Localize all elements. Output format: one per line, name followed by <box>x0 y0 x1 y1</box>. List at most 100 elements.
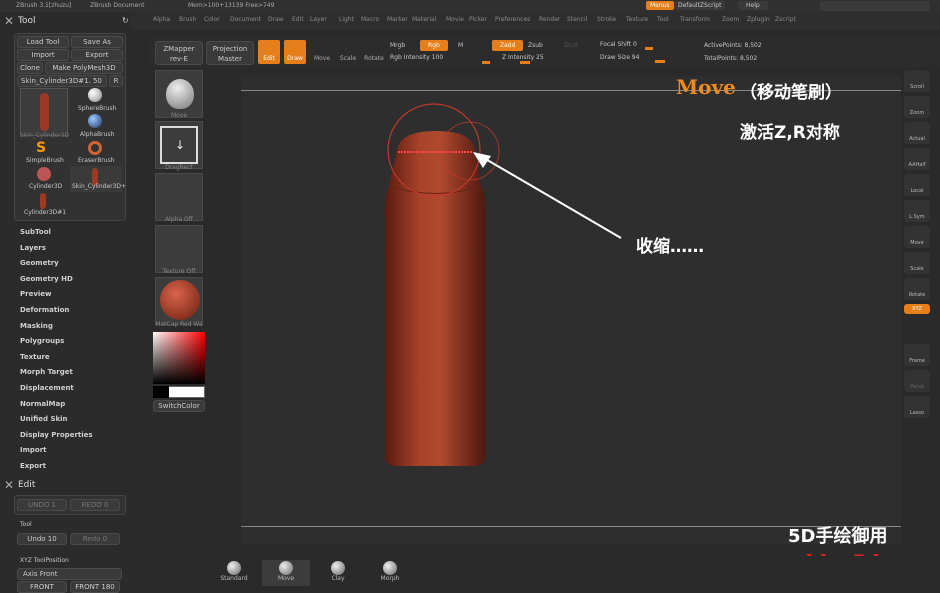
menu-macro[interactable]: Macro <box>361 16 379 23</box>
make-polymesh-button[interactable]: Make PolyMesh3D <box>45 62 123 74</box>
tool-menu-morph-target[interactable]: Morph Target <box>20 368 73 376</box>
m-button[interactable]: M <box>458 42 463 49</box>
menu-brush[interactable]: Brush <box>179 16 196 23</box>
menu-render[interactable]: Render <box>539 16 560 23</box>
primary-color[interactable] <box>153 386 169 398</box>
rgb-intensity-slider[interactable]: Rgb Intensity 100 <box>390 54 443 61</box>
load-tool-button[interactable]: Load Tool <box>17 36 69 48</box>
menu-texture[interactable]: Texture <box>626 16 648 23</box>
rgb-button[interactable]: Rgb <box>420 40 448 51</box>
menu-material[interactable]: Material <box>412 16 436 23</box>
redo-button[interactable]: Redo 0 <box>70 533 120 545</box>
projection-master-button[interactable]: Projection Master <box>206 41 254 65</box>
zmapper-button[interactable]: ZMapper rev-E <box>155 41 203 65</box>
dragrect-thumb[interactable]: ↓ <box>155 121 203 169</box>
menu-marker[interactable]: Marker <box>387 16 408 23</box>
current-tool-slider[interactable]: Skin_Cylinder3D#1. 50 <box>17 75 107 87</box>
scroll-button[interactable]: Scroll <box>904 70 930 92</box>
edit-mode-button[interactable]: Edit <box>258 40 280 64</box>
tool-menu-unified-skin[interactable]: Unified Skin <box>20 415 68 423</box>
menu-zplugin[interactable]: Zplugin <box>747 16 770 23</box>
texture-off-thumb[interactable] <box>155 225 203 273</box>
script-button[interactable]: DefaultZScript <box>674 1 726 10</box>
move-button[interactable]: Move <box>904 226 930 248</box>
tool-menu-import[interactable]: Import <box>20 446 47 454</box>
tool-menu-display-properties[interactable]: Display Properties <box>20 431 93 439</box>
menu-document[interactable]: Document <box>230 16 261 23</box>
menu-stroke[interactable]: Stroke <box>597 16 616 23</box>
switch-color-button[interactable]: SwitchColor <box>153 400 205 412</box>
redo0-button[interactable]: REDO 0 <box>70 499 120 511</box>
save-as-button[interactable]: Save As <box>71 36 123 48</box>
alpha-brush-icon[interactable] <box>88 114 102 128</box>
current-tool-preview[interactable] <box>20 88 68 136</box>
tool-menu-geometry[interactable]: Geometry <box>20 259 59 267</box>
rotate-button[interactable]: Rotate <box>904 278 930 300</box>
eraser-brush-icon[interactable] <box>88 141 102 155</box>
tool-menu-subtool[interactable]: SubTool <box>20 228 51 236</box>
sphere-brush-icon[interactable] <box>88 88 102 102</box>
refresh-icon[interactable]: ↻ <box>122 16 129 25</box>
matcap-thumb[interactable] <box>155 277 203 325</box>
bottom-brush-clay[interactable]: Clay <box>314 560 362 586</box>
menu-zoom[interactable]: Zoom <box>722 16 739 23</box>
undo10-button[interactable]: Undo 10 <box>17 533 67 545</box>
menu-edit[interactable]: Edit <box>292 16 304 23</box>
local-button[interactable]: Local <box>904 174 930 196</box>
bottom-brush-standard[interactable]: Standard <box>210 560 258 586</box>
menu-preferences[interactable]: Preferences <box>495 16 530 23</box>
simple-brush-icon[interactable]: S <box>36 140 46 156</box>
undo1-button[interactable]: UNDO 1 <box>17 499 67 511</box>
tool-menu-export[interactable]: Export <box>20 462 46 470</box>
tool-menu-normalmap[interactable]: NormalMap <box>20 400 65 408</box>
draw-mode-button[interactable]: Draw <box>284 40 306 64</box>
menu-zscript[interactable]: Zscript <box>775 16 796 23</box>
alpha-off-thumb[interactable] <box>155 173 203 221</box>
actual-button[interactable]: Actual <box>904 122 930 144</box>
rotate-mode-button[interactable]: Rotate <box>364 40 384 64</box>
menu-picker[interactable]: Picker <box>469 16 487 23</box>
menus-button[interactable]: Menus <box>646 1 674 10</box>
persp-button[interactable]: Persp <box>904 370 930 392</box>
r-button[interactable]: R <box>109 75 123 87</box>
cylinder3d-icon[interactable] <box>37 167 51 181</box>
zcut-button[interactable]: Zcut <box>564 42 578 49</box>
menu-light[interactable]: Light <box>339 16 354 23</box>
tool-menu-polygroups[interactable]: Polygroups <box>20 337 64 345</box>
xyz-button[interactable]: XYZ <box>904 304 930 314</box>
menu-movie[interactable]: Movie <box>446 16 464 23</box>
cylinder3d-1-icon[interactable] <box>40 193 46 209</box>
menu-tool[interactable]: Tool <box>657 16 669 23</box>
menu-alpha[interactable]: Alpha <box>153 16 170 23</box>
export-button[interactable]: Export <box>71 49 123 61</box>
help-button[interactable]: Help <box>738 1 768 10</box>
mrgb-button[interactable]: Mrgb <box>390 42 405 49</box>
tool-menu-preview[interactable]: Preview <box>20 290 52 298</box>
focal-shift-slider[interactable]: Focal Shift 0 <box>600 41 637 48</box>
tool-menu-texture[interactable]: Texture <box>20 353 50 361</box>
window-controls[interactable] <box>820 1 930 11</box>
move-brush-thumb[interactable] <box>155 70 203 118</box>
tool-menu-geometry-hd[interactable]: Geometry HD <box>20 275 73 283</box>
frame-button[interactable]: Frame <box>904 344 930 366</box>
move-mode-button[interactable]: Move <box>312 40 332 64</box>
lsym-button[interactable]: L.Sym <box>904 200 930 222</box>
bottom-brush-morph[interactable]: Morph <box>366 560 414 586</box>
model-canvas[interactable] <box>241 76 901 544</box>
aahalf-button[interactable]: AAHalf <box>904 148 930 170</box>
scale-mode-button[interactable]: Scale <box>338 40 358 64</box>
import-button[interactable]: Import <box>17 49 69 61</box>
menu-stencil[interactable]: Stencil <box>567 16 587 23</box>
draw-size-slider[interactable]: Draw Size 94 <box>600 54 639 61</box>
lasso-button[interactable]: Lasso <box>904 396 930 418</box>
zoom-button[interactable]: Zoom <box>904 96 930 118</box>
zadd-button[interactable]: Zadd <box>492 40 524 51</box>
tool-menu-deformation[interactable]: Deformation <box>20 306 69 314</box>
menu-draw[interactable]: Draw <box>268 16 284 23</box>
axis-front-slider[interactable]: Axis Front <box>17 568 122 580</box>
tool-menu-layers[interactable]: Layers <box>20 244 46 252</box>
color-picker[interactable] <box>153 332 205 384</box>
tool-menu-displacement[interactable]: Displacement <box>20 384 74 392</box>
menu-transform[interactable]: Transform <box>680 16 710 23</box>
zsub-button[interactable]: Zsub <box>528 42 543 49</box>
